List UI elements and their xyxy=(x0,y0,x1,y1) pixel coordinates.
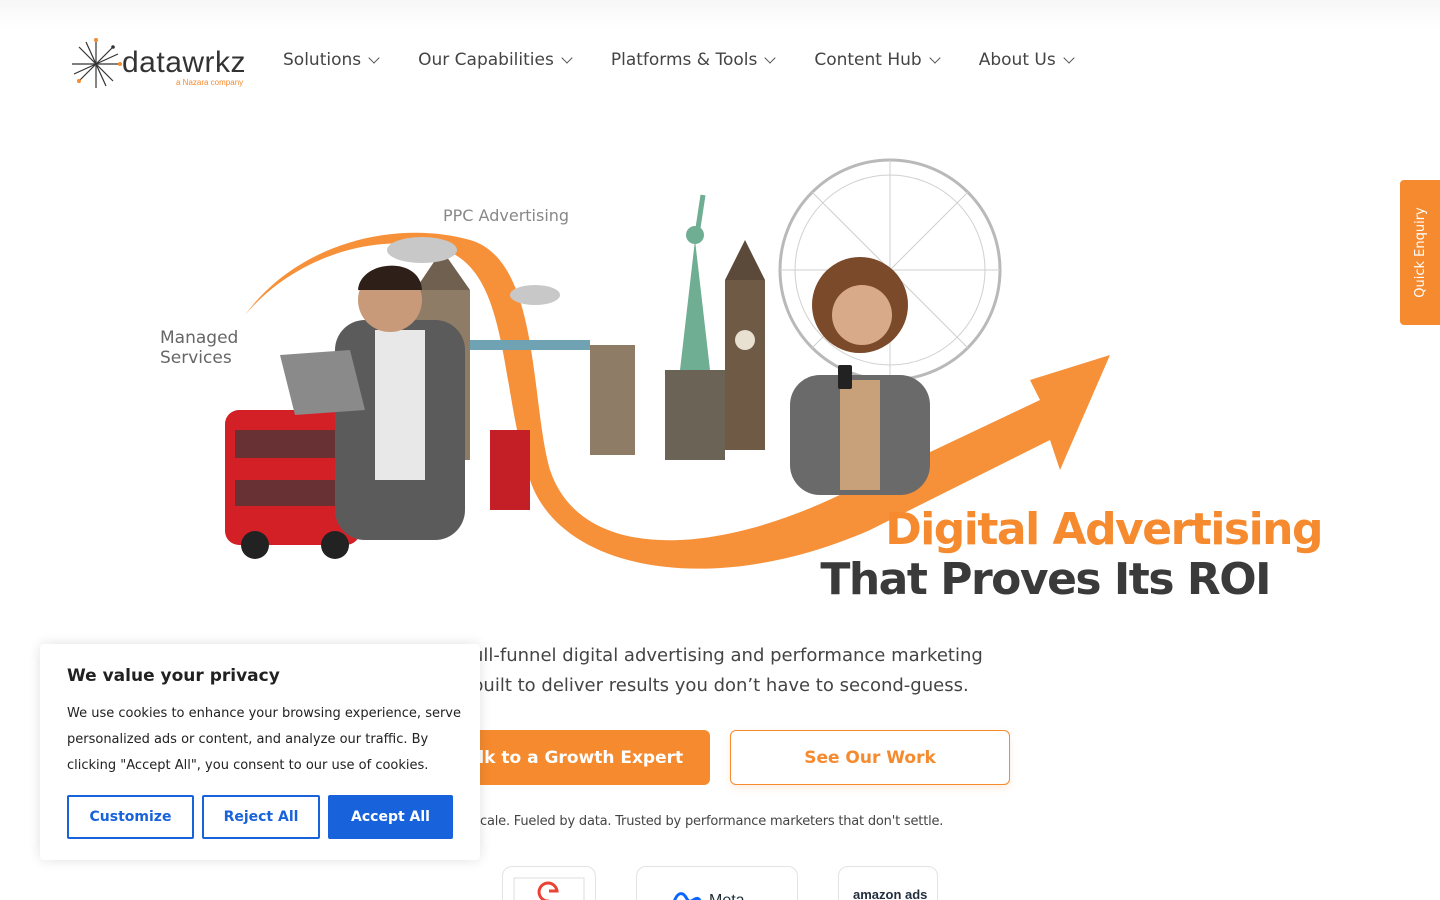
headline-line-2: That Proves Its ROI xyxy=(820,554,1271,605)
amazon-ads-wordmark: amazon ads xyxy=(853,887,928,900)
cookie-body: We use cookies to enhance your browsing … xyxy=(67,706,461,773)
nav-platforms-tools[interactable]: Platforms & Tools xyxy=(610,50,777,70)
cookie-consent-banner: We value your privacy We use cookies to … xyxy=(40,644,480,860)
hero-tagline: lt for scale. Fueled by data. Trusted by… xyxy=(440,814,944,829)
logo-wordmark: datawrkz xyxy=(122,46,247,79)
hero-headline: Digital Advertising That Proves Its ROI xyxy=(820,504,1323,605)
sunburst-logo-icon xyxy=(72,38,122,88)
cookie-customize-button[interactable]: Customize xyxy=(67,795,194,839)
quick-enquiry-label: Quick Enquiry xyxy=(1412,207,1428,298)
quick-enquiry-tab[interactable]: Quick Enquiry xyxy=(1400,180,1440,325)
google-logo-icon xyxy=(513,877,585,900)
google-logo-card xyxy=(502,866,596,900)
cookie-reject-all-button[interactable]: Reject All xyxy=(202,795,320,839)
chevron-down-icon xyxy=(561,51,573,64)
managed-services-label: Managed Services xyxy=(160,328,239,368)
meta-logo-icon: Meta xyxy=(673,892,745,900)
chevron-down-icon xyxy=(764,51,777,64)
amazon-ads-logo-card: amazon ads xyxy=(838,866,938,900)
nav-label: About Us xyxy=(978,50,1056,70)
nav-solutions[interactable]: Solutions xyxy=(283,50,380,70)
cookie-accept-all-button[interactable]: Accept All xyxy=(328,795,453,839)
nav-label: Content Hub xyxy=(814,50,922,70)
chevron-down-icon xyxy=(929,51,941,64)
partner-logos: Meta amazon ads xyxy=(0,866,1440,900)
nav-capabilities[interactable]: Our Capabilities xyxy=(418,50,573,70)
talk-to-growth-expert-button[interactable]: alk to a Growth Expert xyxy=(440,730,710,785)
logo-tagline: a Nazara company xyxy=(176,78,244,87)
see-our-work-button[interactable]: See Our Work xyxy=(730,730,1010,785)
nav-content-hub[interactable]: Content Hub xyxy=(814,50,941,70)
cookie-title: We value your privacy xyxy=(67,666,280,686)
nav-label: Platforms & Tools xyxy=(610,50,758,70)
meta-wordmark: Meta xyxy=(709,892,745,900)
datawrkz-logo[interactable]: datawrkz a Nazara company xyxy=(70,38,250,90)
nav-label: Our Capabilities xyxy=(418,50,554,70)
meta-logo-card: Meta xyxy=(636,866,798,900)
hero-subtext: ull-funnel digital advertising and perfo… xyxy=(472,645,983,696)
chevron-down-icon xyxy=(368,51,380,64)
nav-label: Solutions xyxy=(283,50,362,70)
ppc-advertising-label: PPC Advertising xyxy=(443,206,570,225)
site-header: datawrkz a Nazara company Solutions Our … xyxy=(0,0,1440,125)
chevron-down-icon xyxy=(1063,51,1075,64)
headline-line-1: Digital Advertising xyxy=(885,504,1323,555)
nav-about-us[interactable]: About Us xyxy=(978,50,1075,70)
main-nav: Solutions Our Capabilities Platforms & T… xyxy=(283,50,1075,70)
